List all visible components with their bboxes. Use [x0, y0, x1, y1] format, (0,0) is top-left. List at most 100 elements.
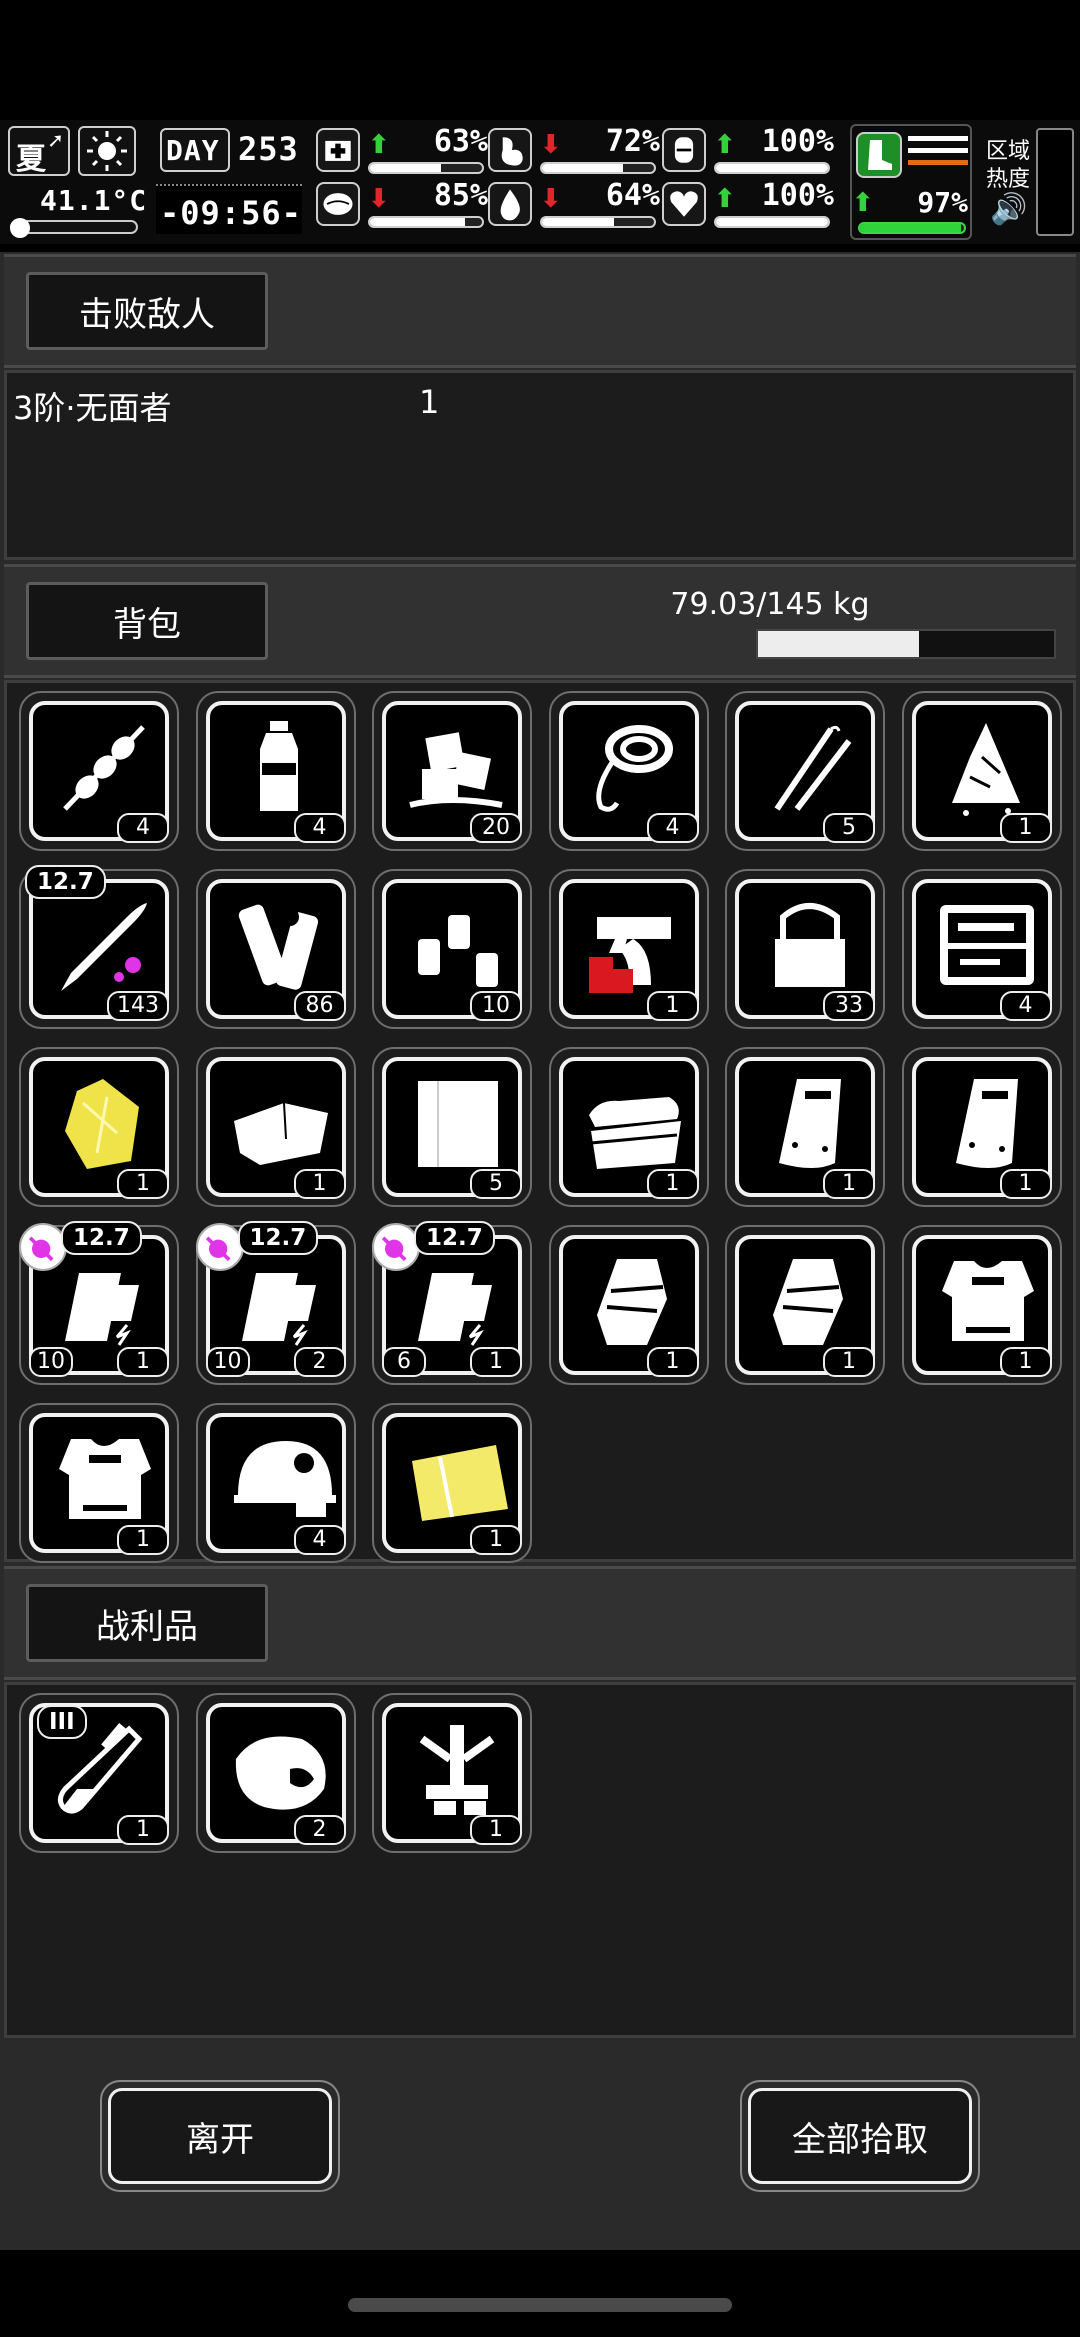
item-count: 1 — [646, 1347, 699, 1377]
backpack-item-slot[interactable]: 5 — [372, 1047, 532, 1207]
backpack-item-slot[interactable]: 1 — [548, 1225, 709, 1385]
backpack-item-slot[interactable]: 4 — [195, 1403, 356, 1563]
item-count: 4 — [293, 813, 346, 843]
take-all-button-label: 全部拾取 — [748, 2088, 972, 2184]
take-all-button[interactable]: 全部拾取 — [740, 2080, 980, 2192]
toolbox-icon — [930, 895, 1042, 995]
backpack-item-slot[interactable]: 12.7 10 2 — [195, 1221, 356, 1385]
enemy-row: 3阶·无面者 1 — [13, 383, 1053, 427]
stat-bar — [368, 162, 484, 174]
backpack-item-slot[interactable]: 1 — [548, 869, 709, 1029]
gold-ore-icon — [47, 1073, 159, 1173]
zone-heat-meter — [1036, 128, 1074, 236]
home-indicator[interactable] — [348, 2298, 732, 2312]
item-count: 10 — [470, 991, 522, 1021]
yellow-cloth-icon — [400, 1429, 512, 1529]
backpack-item-slot[interactable]: 1 — [901, 1047, 1062, 1207]
leave-button[interactable]: 离开 — [100, 2080, 340, 2192]
defeated-title: 击败敌人 — [26, 272, 268, 350]
backpack-item-slot[interactable]: 33 — [725, 869, 885, 1029]
spray-cans-icon — [400, 895, 512, 995]
item-count: 1 — [999, 1347, 1052, 1377]
caliber-badge: 12.7 — [414, 1221, 495, 1255]
stamina-panel: ⬆ 97% — [850, 124, 972, 240]
stat-value: 85% — [433, 178, 488, 213]
tool-bag-icon — [753, 895, 865, 995]
raw-meat-icon — [224, 1719, 336, 1819]
item-count: 143 — [107, 991, 169, 1021]
caliber-badge: 12.7 — [237, 1221, 319, 1255]
stat-bar — [368, 216, 484, 228]
backpack-item-slot[interactable]: 4 — [901, 869, 1062, 1029]
backpack-item-slot[interactable]: 4 — [19, 691, 179, 851]
clock-panel: -09:56- — [156, 184, 302, 234]
clock-readout: -09:56- — [160, 194, 302, 232]
loot-item-slot[interactable]: 2 — [195, 1693, 356, 1853]
item-count: 5 — [470, 1169, 522, 1199]
stomach-icon — [488, 128, 532, 172]
loot-item-slot[interactable]: 1 — [372, 1693, 532, 1853]
defeated-header: 击败敌人 — [4, 254, 1076, 368]
riot-shield-icon — [753, 1073, 865, 1173]
backpack-item-slot[interactable]: 1 — [19, 1047, 179, 1207]
temperature-readout: 41.1°C — [40, 184, 148, 217]
enemy-name: 3阶·无面者 — [13, 389, 172, 427]
leave-button-label: 离开 — [108, 2088, 332, 2184]
riot-shield-icon — [930, 1073, 1042, 1173]
enemy-count: 1 — [419, 383, 440, 421]
body-armor-icon — [930, 1251, 1042, 1351]
heart-icon — [662, 182, 706, 226]
item-count: 20 — [470, 813, 522, 843]
item-count: 1 — [646, 1169, 699, 1199]
loot-screen: 夏 ➚ 41.1°C DAY 253 -09:56- ⬆ 63% ⬇ 72% ⬆ 100%… — [0, 0, 1080, 2337]
stat-value: 63% — [433, 124, 488, 159]
item-count: 1 — [470, 1525, 522, 1555]
item-count: 4 — [646, 813, 699, 843]
stat-value: 100% — [761, 178, 834, 213]
mechanical-parts-icon — [400, 1719, 512, 1819]
tier-badge: III — [37, 1705, 87, 1739]
item-count: 2 — [293, 1347, 346, 1377]
day-number: 253 — [238, 130, 299, 168]
ice-cubes-icon — [400, 717, 512, 817]
ammo-count: 10 — [29, 1347, 73, 1377]
backpack-item-slot[interactable]: 1 — [195, 1047, 356, 1207]
torn-cloth-icon — [930, 717, 1042, 817]
backpack-item-slot[interactable]: 1 — [725, 1047, 885, 1207]
backpack-item-slot[interactable]: 10 — [372, 869, 532, 1029]
day-label: DAY — [166, 134, 220, 167]
loot-grid: III 1 2 1 — [4, 1682, 1076, 2038]
towels-icon — [577, 1073, 689, 1173]
folded-cloth-icon — [224, 1073, 336, 1173]
backpack-item-slot[interactable]: 4 — [548, 691, 709, 851]
backpack-item-slot[interactable]: 1 — [901, 1225, 1062, 1385]
backpack-item-slot[interactable]: 5 — [725, 691, 885, 851]
item-count: 1 — [470, 1347, 522, 1377]
stat-bar — [540, 162, 656, 174]
backpack-item-slot[interactable]: 1 — [372, 1403, 532, 1563]
backpack-item-slot[interactable]: 1 — [725, 1225, 885, 1385]
backpack-item-slot[interactable]: 12.7 6 1 — [372, 1221, 532, 1385]
item-count: 1 — [999, 813, 1052, 843]
backpack-item-slot[interactable]: 86 — [195, 869, 356, 1029]
item-count: 1 — [823, 1347, 875, 1377]
backpack-item-slot[interactable]: 4 — [195, 691, 356, 851]
backpack-item-slot[interactable]: 1 — [548, 1047, 709, 1207]
status-bar: 夏 ➚ 41.1°C DAY 253 -09:56- ⬆ 63% ⬇ 72% ⬆ 100%… — [0, 120, 1080, 244]
backpack-item-slot[interactable]: 12.7 10 1 — [19, 1221, 179, 1385]
brain-icon — [316, 182, 360, 226]
loot-item-slot[interactable]: III 1 — [19, 1693, 179, 1853]
backpack-item-slot[interactable]: 20 — [372, 691, 532, 851]
item-count: 1 — [117, 1525, 169, 1555]
weather-sun-icon — [78, 126, 136, 176]
backpack-item-slot[interactable]: 12.7 143 — [19, 865, 179, 1029]
backpack-title: 背包 — [26, 582, 268, 660]
enhancement-mark-icon — [195, 1223, 244, 1271]
speaker-icon[interactable]: 🔊 — [990, 192, 1027, 227]
stat-value: 72% — [605, 124, 660, 159]
loot-header: 战利品 — [4, 1566, 1076, 1680]
backpack-item-slot[interactable]: 1 — [19, 1403, 179, 1563]
zone-heat-label: 区域 热度 — [986, 139, 1031, 192]
item-count: 1 — [999, 1169, 1052, 1199]
backpack-item-slot[interactable]: 1 — [901, 691, 1062, 851]
